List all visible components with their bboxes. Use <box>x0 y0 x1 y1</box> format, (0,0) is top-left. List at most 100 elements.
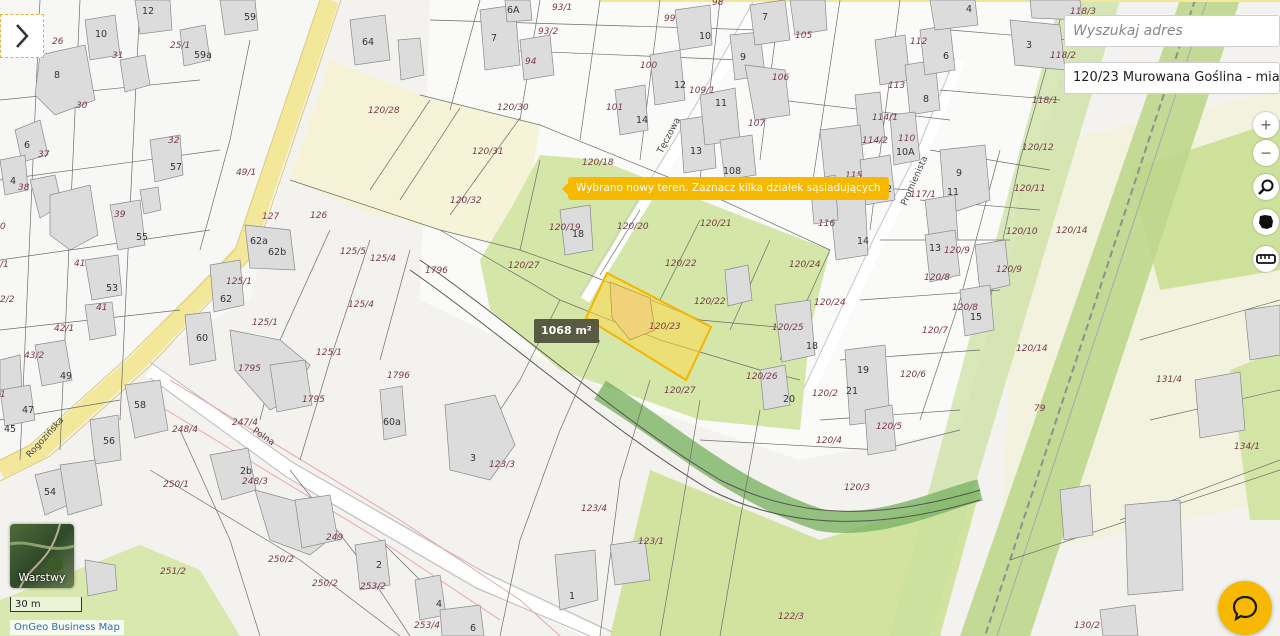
svg-text:56: 56 <box>103 436 115 447</box>
svg-text:10: 10 <box>95 29 107 40</box>
svg-text:4: 4 <box>966 4 972 15</box>
svg-text:120/31: 120/31 <box>472 147 504 157</box>
svg-text:62b: 62b <box>268 247 286 258</box>
svg-text:3: 3 <box>1026 40 1032 51</box>
svg-text:6: 6 <box>470 623 476 634</box>
svg-text:18: 18 <box>572 229 584 240</box>
poland-map-button[interactable] <box>1253 209 1279 235</box>
svg-text:26: 26 <box>52 37 64 47</box>
svg-text:0: 0 <box>0 222 6 232</box>
svg-text:125/4: 125/4 <box>348 300 374 310</box>
zoom-in-button[interactable]: + <box>1253 112 1279 138</box>
svg-text:120/22: 120/22 <box>665 259 697 269</box>
svg-text:120/8: 120/8 <box>924 273 950 283</box>
zoom-out-button[interactable]: − <box>1253 140 1279 166</box>
svg-text:12: 12 <box>674 80 686 91</box>
svg-text:3: 3 <box>470 453 476 464</box>
svg-text:25/1: 25/1 <box>170 41 190 51</box>
svg-text:1: 1 <box>569 591 575 602</box>
svg-text:120/24: 120/24 <box>789 260 821 270</box>
svg-text:21: 21 <box>846 386 858 397</box>
svg-text:118/2: 118/2 <box>1050 51 1076 61</box>
svg-text:8: 8 <box>923 94 929 105</box>
search-input[interactable] <box>1064 15 1280 47</box>
svg-text:106: 106 <box>772 73 789 83</box>
svg-text:120/26: 120/26 <box>746 372 778 382</box>
svg-text:120/14: 120/14 <box>1056 226 1088 236</box>
svg-text:64: 64 <box>362 37 374 48</box>
svg-text:114/1: 114/1 <box>872 113 898 123</box>
svg-text:120/25: 120/25 <box>772 323 804 333</box>
svg-text:125/1: 125/1 <box>316 348 342 358</box>
svg-text:79: 79 <box>1034 404 1046 414</box>
search-tool-button[interactable] <box>1253 174 1279 200</box>
svg-text:248/4: 248/4 <box>172 425 198 435</box>
svg-text:13: 13 <box>929 243 941 254</box>
svg-text:49: 49 <box>60 371 72 382</box>
svg-text:120/18: 120/18 <box>582 158 614 168</box>
attribution-link[interactable]: OnGeo Business Map <box>10 620 124 635</box>
svg-text:253/4: 253/4 <box>414 621 440 631</box>
svg-text:47: 47 <box>22 405 34 416</box>
svg-text:99: 99 <box>664 14 676 24</box>
svg-text:45: 45 <box>4 424 16 435</box>
svg-text:13: 13 <box>690 146 702 157</box>
svg-text:113: 113 <box>888 81 905 91</box>
svg-text:120/20: 120/20 <box>617 222 649 232</box>
svg-text:101: 101 <box>606 103 623 113</box>
svg-text:1795: 1795 <box>238 364 261 374</box>
svg-text:120/23: 120/23 <box>649 322 681 332</box>
svg-text:53: 53 <box>106 283 118 294</box>
svg-text:7: 7 <box>491 33 497 44</box>
svg-text:8: 8 <box>54 70 60 81</box>
scale-bar: 30 m <box>10 597 82 612</box>
svg-text:2/2: 2/2 <box>0 295 15 305</box>
svg-text:2b: 2b <box>240 466 252 477</box>
svg-text:130/2: 130/2 <box>1074 621 1100 631</box>
plus-icon: + <box>1260 115 1272 135</box>
ruler-icon <box>1256 254 1276 264</box>
svg-text:247/4: 247/4 <box>232 418 258 428</box>
svg-text:10: 10 <box>699 31 711 42</box>
svg-text:120/14: 120/14 <box>1016 344 1048 354</box>
svg-text:59: 59 <box>244 12 256 23</box>
svg-text:253/2: 253/2 <box>360 582 386 592</box>
svg-text:37: 37 <box>38 150 50 160</box>
svg-text:120/30: 120/30 <box>497 103 529 113</box>
svg-text:250/1: 250/1 <box>163 480 189 490</box>
search-result-box[interactable]: 120/23 Murowana Goślina - miasto <box>1064 62 1280 94</box>
svg-text:120/21: 120/21 <box>700 219 732 229</box>
svg-text:59a: 59a <box>194 50 212 61</box>
svg-text:122/3: 122/3 <box>778 612 804 622</box>
svg-text:14: 14 <box>857 236 869 247</box>
svg-text:248/3: 248/3 <box>242 477 268 487</box>
measure-button[interactable] <box>1253 246 1279 272</box>
svg-text:98: 98 <box>712 0 724 8</box>
svg-text:249: 249 <box>326 533 343 543</box>
sidebar-toggle-button[interactable] <box>0 14 44 58</box>
svg-text:110: 110 <box>898 134 915 144</box>
magnifier-icon <box>1258 179 1274 195</box>
svg-text:9: 9 <box>740 52 746 63</box>
svg-text:120/6: 120/6 <box>900 370 926 380</box>
map-canvas[interactable]: 26 31 30 37 38 39 41 41 42/1 43/2 2/2 /1… <box>0 0 1280 636</box>
svg-text:10A: 10A <box>896 147 915 158</box>
chat-button[interactable] <box>1218 581 1272 635</box>
svg-text:120/24: 120/24 <box>814 298 846 308</box>
svg-text:100: 100 <box>640 61 657 71</box>
svg-text:43/2: 43/2 <box>24 351 44 361</box>
svg-text:250/2: 250/2 <box>268 555 294 565</box>
svg-text:54: 54 <box>44 487 56 498</box>
svg-text:123/4: 123/4 <box>581 504 607 514</box>
svg-text:123/1: 123/1 <box>638 537 664 547</box>
svg-text:55: 55 <box>136 232 148 243</box>
layers-button[interactable]: Warstwy <box>10 524 74 588</box>
svg-text:120/5: 120/5 <box>876 422 902 432</box>
svg-text:123/3: 123/3 <box>489 460 515 470</box>
svg-text:62a: 62a <box>250 236 268 247</box>
svg-text:251/2: 251/2 <box>160 567 186 577</box>
layers-label: Warstwy <box>18 571 66 584</box>
svg-text:109/1: 109/1 <box>689 86 715 96</box>
svg-text:20: 20 <box>783 394 795 405</box>
svg-text:7: 7 <box>762 12 768 23</box>
